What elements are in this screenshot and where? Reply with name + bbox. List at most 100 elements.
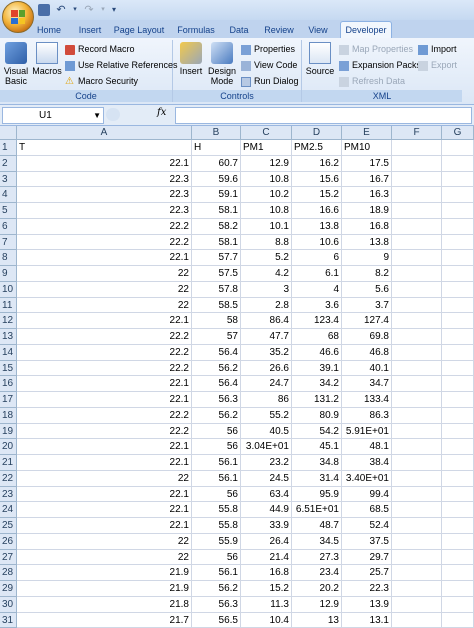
table-cell[interactable] (392, 329, 442, 345)
table-cell[interactable]: 56 (192, 424, 241, 440)
row-header[interactable]: 19 (0, 424, 17, 440)
table-cell[interactable] (442, 250, 474, 266)
table-cell[interactable] (442, 550, 474, 566)
table-cell[interactable]: 22.1 (17, 518, 192, 534)
table-cell[interactable]: 34.2 (292, 376, 342, 392)
table-cell[interactable] (392, 156, 442, 172)
table-cell[interactable] (392, 424, 442, 440)
table-cell[interactable]: 13.9 (342, 597, 392, 613)
table-cell[interactable]: 57.7 (192, 250, 241, 266)
table-cell[interactable]: 8.8 (241, 235, 292, 251)
table-cell[interactable] (442, 439, 474, 455)
table-cell[interactable]: 26.6 (241, 361, 292, 377)
table-cell[interactable] (442, 424, 474, 440)
tab-insert[interactable]: Insert (76, 22, 104, 38)
table-cell[interactable] (442, 361, 474, 377)
table-cell[interactable]: 16.8 (241, 565, 292, 581)
column-header-e[interactable]: E (342, 126, 392, 140)
table-cell[interactable]: 9 (342, 250, 392, 266)
table-cell[interactable]: 21.4 (241, 550, 292, 566)
row-header[interactable]: 3 (0, 172, 17, 188)
table-cell[interactable]: 10.4 (241, 613, 292, 628)
select-all-corner[interactable] (0, 126, 17, 140)
table-cell[interactable] (392, 282, 442, 298)
row-header[interactable]: 26 (0, 534, 17, 550)
table-cell[interactable]: 3.7 (342, 298, 392, 314)
table-cell[interactable]: 58.2 (192, 219, 241, 235)
row-header[interactable]: 27 (0, 550, 17, 566)
table-cell[interactable]: 24.7 (241, 376, 292, 392)
table-cell[interactable] (392, 250, 442, 266)
table-cell[interactable]: PM2.5 (292, 140, 342, 156)
table-cell[interactable] (442, 471, 474, 487)
properties-button[interactable]: Properties (241, 43, 295, 56)
table-cell[interactable]: 52.4 (342, 518, 392, 534)
table-cell[interactable] (442, 518, 474, 534)
column-header-c[interactable]: C (241, 126, 292, 140)
tab-review[interactable]: Review (262, 22, 296, 38)
table-cell[interactable] (442, 282, 474, 298)
expansion-packs-button[interactable]: Expansion Packs (339, 59, 421, 72)
table-cell[interactable] (442, 392, 474, 408)
table-cell[interactable] (392, 203, 442, 219)
table-cell[interactable] (392, 565, 442, 581)
table-cell[interactable]: 56.1 (192, 565, 241, 581)
table-cell[interactable]: 3 (241, 282, 292, 298)
table-cell[interactable]: 56.4 (192, 376, 241, 392)
table-cell[interactable]: 56.5 (192, 613, 241, 628)
table-cell[interactable]: 10.8 (241, 203, 292, 219)
table-cell[interactable]: 23.2 (241, 455, 292, 471)
table-cell[interactable]: 22 (17, 534, 192, 550)
tab-page-layout[interactable]: Page Layout (112, 22, 166, 38)
table-cell[interactable]: 59.6 (192, 172, 241, 188)
run-dialog-button[interactable]: Run Dialog (241, 75, 299, 88)
table-cell[interactable]: 22.1 (17, 250, 192, 266)
table-cell[interactable] (392, 439, 442, 455)
table-cell[interactable]: 56 (192, 439, 241, 455)
table-cell[interactable]: 24.5 (241, 471, 292, 487)
table-cell[interactable] (442, 534, 474, 550)
table-cell[interactable] (442, 597, 474, 613)
row-header[interactable]: 15 (0, 361, 17, 377)
tab-view[interactable]: View (306, 22, 330, 38)
table-cell[interactable]: 131.2 (292, 392, 342, 408)
table-cell[interactable]: 123.4 (292, 313, 342, 329)
row-header[interactable]: 8 (0, 250, 17, 266)
table-cell[interactable]: 34.5 (292, 534, 342, 550)
table-cell[interactable]: 44.9 (241, 502, 292, 518)
table-cell[interactable]: 56 (192, 550, 241, 566)
table-cell[interactable]: 127.4 (342, 313, 392, 329)
table-cell[interactable]: 54.2 (292, 424, 342, 440)
table-cell[interactable] (442, 408, 474, 424)
table-cell[interactable] (392, 376, 442, 392)
table-cell[interactable]: 22 (17, 471, 192, 487)
table-cell[interactable] (392, 172, 442, 188)
table-cell[interactable] (442, 613, 474, 628)
table-cell[interactable]: 16.3 (342, 187, 392, 203)
table-cell[interactable] (442, 313, 474, 329)
table-cell[interactable]: 95.9 (292, 487, 342, 503)
row-header[interactable]: 10 (0, 282, 17, 298)
table-cell[interactable] (442, 187, 474, 203)
table-cell[interactable]: 21.9 (17, 565, 192, 581)
table-cell[interactable]: 56.2 (192, 408, 241, 424)
table-cell[interactable]: 22.2 (17, 361, 192, 377)
table-cell[interactable]: 58 (192, 313, 241, 329)
table-cell[interactable]: 133.4 (342, 392, 392, 408)
table-cell[interactable] (442, 455, 474, 471)
table-cell[interactable]: 18.9 (342, 203, 392, 219)
table-cell[interactable] (442, 565, 474, 581)
table-cell[interactable] (442, 376, 474, 392)
office-button[interactable] (2, 1, 34, 33)
row-header[interactable]: 29 (0, 581, 17, 597)
table-cell[interactable] (442, 156, 474, 172)
table-cell[interactable] (442, 487, 474, 503)
table-cell[interactable] (442, 235, 474, 251)
row-header[interactable]: 2 (0, 156, 17, 172)
table-cell[interactable]: 48.7 (292, 518, 342, 534)
table-cell[interactable]: 16.2 (292, 156, 342, 172)
row-header[interactable]: 31 (0, 613, 17, 628)
row-header[interactable]: 4 (0, 187, 17, 203)
table-cell[interactable]: 59.1 (192, 187, 241, 203)
row-header[interactable]: 11 (0, 298, 17, 314)
